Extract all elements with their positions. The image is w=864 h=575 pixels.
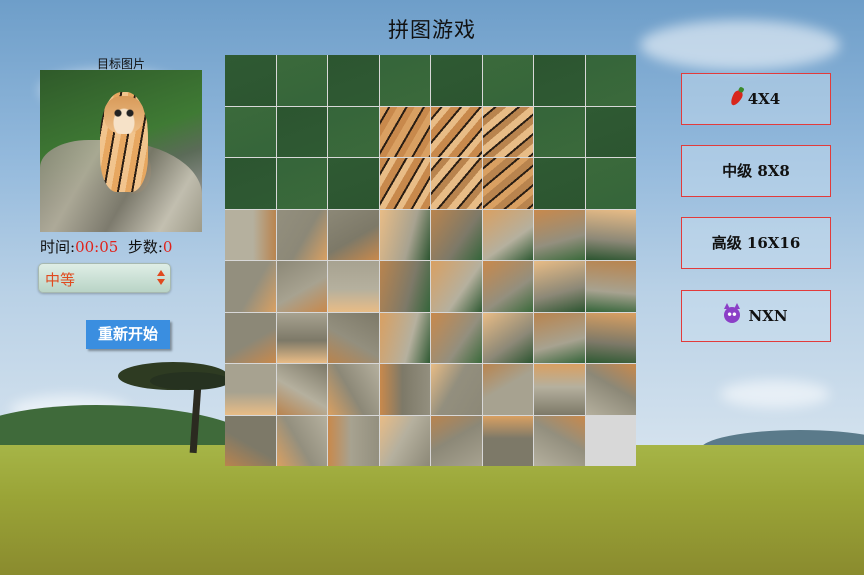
puzzle-tile[interactable] [225,106,276,157]
puzzle-tile[interactable] [482,312,533,363]
puzzle-tile[interactable] [482,106,533,157]
stats-bar: 时间:00:05 步数:0 [40,236,240,257]
level-label: 中级 8X8 [722,162,790,180]
puzzle-tile[interactable] [328,312,379,363]
empty-slot [586,416,637,467]
puzzle-tile[interactable] [431,312,482,363]
puzzle-tile[interactable] [379,261,430,312]
puzzle-tile[interactable] [482,209,533,260]
puzzle-tile[interactable] [379,158,430,209]
puzzle-tile[interactable] [534,158,585,209]
level-16x16-button[interactable]: 高级 16X16 [681,217,831,269]
cloud [720,380,830,408]
time-value: 00:05 [75,238,119,256]
puzzle-tile[interactable] [431,209,482,260]
puzzle-tile[interactable] [534,106,585,157]
difficulty-selected-value: 中等 [45,271,76,289]
puzzle-tile[interactable] [328,55,379,106]
puzzle-tile[interactable] [585,106,636,157]
puzzle-tile[interactable] [379,106,430,157]
restart-button[interactable]: 重新开始 [86,320,170,349]
puzzle-board [225,55,636,466]
puzzle-tile[interactable] [225,261,276,312]
puzzle-tile[interactable] [328,415,379,466]
puzzle-tile[interactable] [534,209,585,260]
puzzle-tile[interactable] [585,261,636,312]
level-label: 4X4 [747,90,781,108]
tree-crown [150,372,230,390]
puzzle-tile[interactable] [585,209,636,260]
puzzle-tile[interactable] [276,106,327,157]
puzzle-tile[interactable] [431,261,482,312]
puzzle-tile[interactable] [585,55,636,106]
puzzle-tile[interactable] [276,261,327,312]
puzzle-tile[interactable] [534,261,585,312]
puzzle-tile[interactable] [379,415,430,466]
level-nxn-button[interactable]: NXN [681,290,831,342]
puzzle-tile[interactable] [328,261,379,312]
puzzle-tile[interactable] [431,158,482,209]
puzzle-tile[interactable] [328,106,379,157]
puzzle-tile[interactable] [379,209,430,260]
level-8x8-button[interactable]: 中级 8X8 [681,145,831,197]
puzzle-tile[interactable] [276,55,327,106]
page-title: 拼图游戏 [388,18,476,42]
puzzle-tile[interactable] [585,158,636,209]
puzzle-tile[interactable] [276,312,327,363]
puzzle-tile[interactable] [482,55,533,106]
puzzle-tile[interactable] [534,312,585,363]
puzzle-tile[interactable] [534,415,585,466]
puzzle-tile[interactable] [225,209,276,260]
steps-label: 步数: [127,238,163,256]
puzzle-tile[interactable] [225,158,276,209]
steps-value: 0 [162,238,173,256]
chili-icon [728,88,745,108]
puzzle-tile[interactable] [379,55,430,106]
puzzle-tile[interactable] [585,312,636,363]
level-label: 高级 16X16 [711,234,801,252]
puzzle-tile[interactable] [276,158,327,209]
puzzle-tile[interactable] [379,364,430,415]
time-label: 时间: [40,238,76,256]
puzzle-tile[interactable] [431,55,482,106]
puzzle-tile[interactable] [225,312,276,363]
puzzle-tile[interactable] [328,364,379,415]
puzzle-tile[interactable] [585,364,636,415]
puzzle-tile[interactable] [431,415,482,466]
devil-icon [724,303,741,323]
level-label: NXN [748,307,788,325]
puzzle-tile[interactable] [225,364,276,415]
puzzle-tile[interactable] [276,364,327,415]
puzzle-tile[interactable] [328,158,379,209]
puzzle-tile[interactable] [482,364,533,415]
puzzle-tile[interactable] [534,55,585,106]
puzzle-tile[interactable] [276,415,327,466]
puzzle-tile[interactable] [482,261,533,312]
tiger-cub-face [104,96,144,134]
puzzle-tile[interactable] [225,55,276,106]
puzzle-tile[interactable] [431,106,482,157]
puzzle-tile[interactable] [482,415,533,466]
puzzle-tile[interactable] [225,415,276,466]
puzzle-tile[interactable] [328,209,379,260]
puzzle-tile[interactable] [534,364,585,415]
puzzle-tile[interactable] [276,209,327,260]
select-arrows-icon [157,270,165,286]
puzzle-tile[interactable] [379,312,430,363]
level-4x4-button[interactable]: 4X4 [681,73,831,125]
puzzle-tile[interactable] [431,364,482,415]
difficulty-select[interactable]: 中等 [38,263,171,293]
puzzle-tile[interactable] [482,158,533,209]
target-image [40,70,202,232]
